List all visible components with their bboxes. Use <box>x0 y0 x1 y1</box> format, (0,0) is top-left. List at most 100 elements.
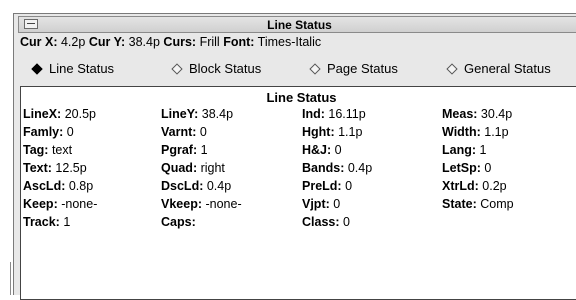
field-meas: Meas: 30.4p <box>442 106 512 122</box>
field-label: Hght: <box>302 125 335 139</box>
radio-label: Line Status <box>49 61 115 76</box>
field-varnt: Varnt: 0 <box>161 124 207 140</box>
radio-label: General Status <box>464 61 551 76</box>
field-value: 0 <box>343 215 350 229</box>
field-label: Bands: <box>302 161 345 175</box>
field-value: 0 <box>66 125 74 139</box>
field-value: 0 <box>334 143 342 157</box>
field-label: Class: <box>302 215 340 229</box>
field-value: text <box>51 143 73 157</box>
field-value: 1 <box>479 143 487 157</box>
panel-title: Line Status <box>266 90 337 105</box>
status-mode-radio-group: Line Status Block Status Page Status Gen… <box>20 61 576 81</box>
field-value: 0.2p <box>482 179 507 193</box>
field-lang: Lang: 1 <box>442 142 486 158</box>
field-label: Vjpt: <box>302 197 330 211</box>
cursor-info-line: Cur X: 4.2p Cur Y: 38.4p Curs: Frill Fon… <box>20 35 576 53</box>
field-track: Track: 1 <box>23 214 70 230</box>
field-ind: Ind: 16.11p <box>302 106 366 122</box>
field-label: Ind: <box>302 107 325 121</box>
field-ascld: AscLd: 0.8p <box>23 178 93 194</box>
field-vkeep: Vkeep: -none- <box>161 196 242 212</box>
field-label: LineY: <box>161 107 199 121</box>
field-liney: LineY: 38.4p <box>161 106 233 122</box>
field-label: Track: <box>23 215 60 229</box>
field-label: XtrLd: <box>442 179 479 193</box>
field-label: Pgraf: <box>161 143 198 157</box>
radio-diamond-icon <box>171 62 183 75</box>
field-label: Varnt: <box>161 125 197 139</box>
field-value: 12.5p <box>55 161 87 175</box>
field-linex: LineX: 20.5p <box>23 106 96 122</box>
field-value: 0.4p <box>206 179 232 193</box>
title-bar[interactable]: Line Status <box>18 16 576 33</box>
field-preld: PreLd: 0 <box>302 178 352 194</box>
field-value: 16.11p <box>328 107 366 121</box>
field-famly: Famly: 0 <box>23 124 74 140</box>
radio-general-status[interactable]: General Status <box>445 61 551 76</box>
field-value: 0.8p <box>68 179 94 193</box>
field-class: Class: 0 <box>302 214 350 230</box>
field-label: PreLd: <box>302 179 342 193</box>
radio-label: Page Status <box>327 61 398 76</box>
window-title: Line Status <box>267 18 332 32</box>
curs-value: Frill <box>199 35 220 49</box>
window-edge-line <box>10 262 11 295</box>
field-letsp: LetSp: 0 <box>442 160 491 176</box>
field-label: AscLd: <box>23 179 66 193</box>
radio-line-status[interactable]: Line Status <box>30 61 114 76</box>
field-tag: Tag: text <box>23 142 72 158</box>
field-value: Comp <box>480 197 514 211</box>
field-value: -none- <box>205 197 242 211</box>
line-status-panel: Line Status LineX: 20.5p LineY: 38.4p In… <box>20 86 576 300</box>
radio-diamond-icon <box>309 62 321 75</box>
curs-label: Curs: <box>163 35 197 49</box>
field-label: Vkeep: <box>161 197 202 211</box>
field-label: State: <box>442 197 477 211</box>
field-hj: H&J: 0 <box>302 142 342 158</box>
font-value: Times-Italic <box>257 35 322 49</box>
field-xtrld: XtrLd: 0.2p <box>442 178 507 194</box>
field-value: 0 <box>484 161 492 175</box>
field-label: H&J: <box>302 143 332 157</box>
field-value: 0.4p <box>347 161 373 175</box>
field-text: Text: 12.5p <box>23 160 87 176</box>
radio-page-status[interactable]: Page Status <box>308 61 398 76</box>
field-value: 38.4p <box>201 107 234 121</box>
field-label: Keep: <box>23 197 58 211</box>
curx-value: 4.2p <box>60 35 86 49</box>
field-label: Text: <box>23 161 52 175</box>
field-label: Lang: <box>442 143 477 157</box>
field-width: Width: 1.1p <box>442 124 509 140</box>
field-value: 0 <box>199 125 207 139</box>
field-label: Meas: <box>442 107 478 121</box>
font-label: Font: <box>223 35 255 49</box>
field-label: Famly: <box>23 125 64 139</box>
field-label: Width: <box>442 125 481 139</box>
field-value: 1.1p <box>484 125 509 139</box>
radio-diamond-icon <box>31 62 43 75</box>
field-vjpt: Vjpt: 0 <box>302 196 340 212</box>
field-value: 0 <box>333 197 341 211</box>
curx-label: Cur X: <box>20 35 58 49</box>
radio-label: Block Status <box>189 61 262 76</box>
field-value: 0 <box>345 179 353 193</box>
field-state: State: Comp <box>442 196 514 212</box>
field-bands: Bands: 0.4p <box>302 160 372 176</box>
radio-block-status[interactable]: Block Status <box>170 61 261 76</box>
field-caps: Caps: <box>161 214 196 230</box>
radio-diamond-icon <box>446 62 458 75</box>
field-label: LineX: <box>23 107 62 121</box>
field-keep: Keep: -none- <box>23 196 97 212</box>
field-value: right <box>200 161 225 175</box>
field-value: 20.5p <box>64 107 96 121</box>
field-value: 30.4p <box>480 107 513 121</box>
field-label: LetSp: <box>442 161 481 175</box>
field-value: 1 <box>63 215 71 229</box>
field-quad: Quad: right <box>161 160 225 176</box>
status-window: Line Status Cur X: 4.2p Cur Y: 38.4p Cur… <box>13 13 576 300</box>
cury-value: 38.4p <box>128 35 160 49</box>
field-value: 1.1p <box>338 125 363 139</box>
field-label: Caps: <box>161 215 196 229</box>
field-value: 1 <box>200 143 208 157</box>
